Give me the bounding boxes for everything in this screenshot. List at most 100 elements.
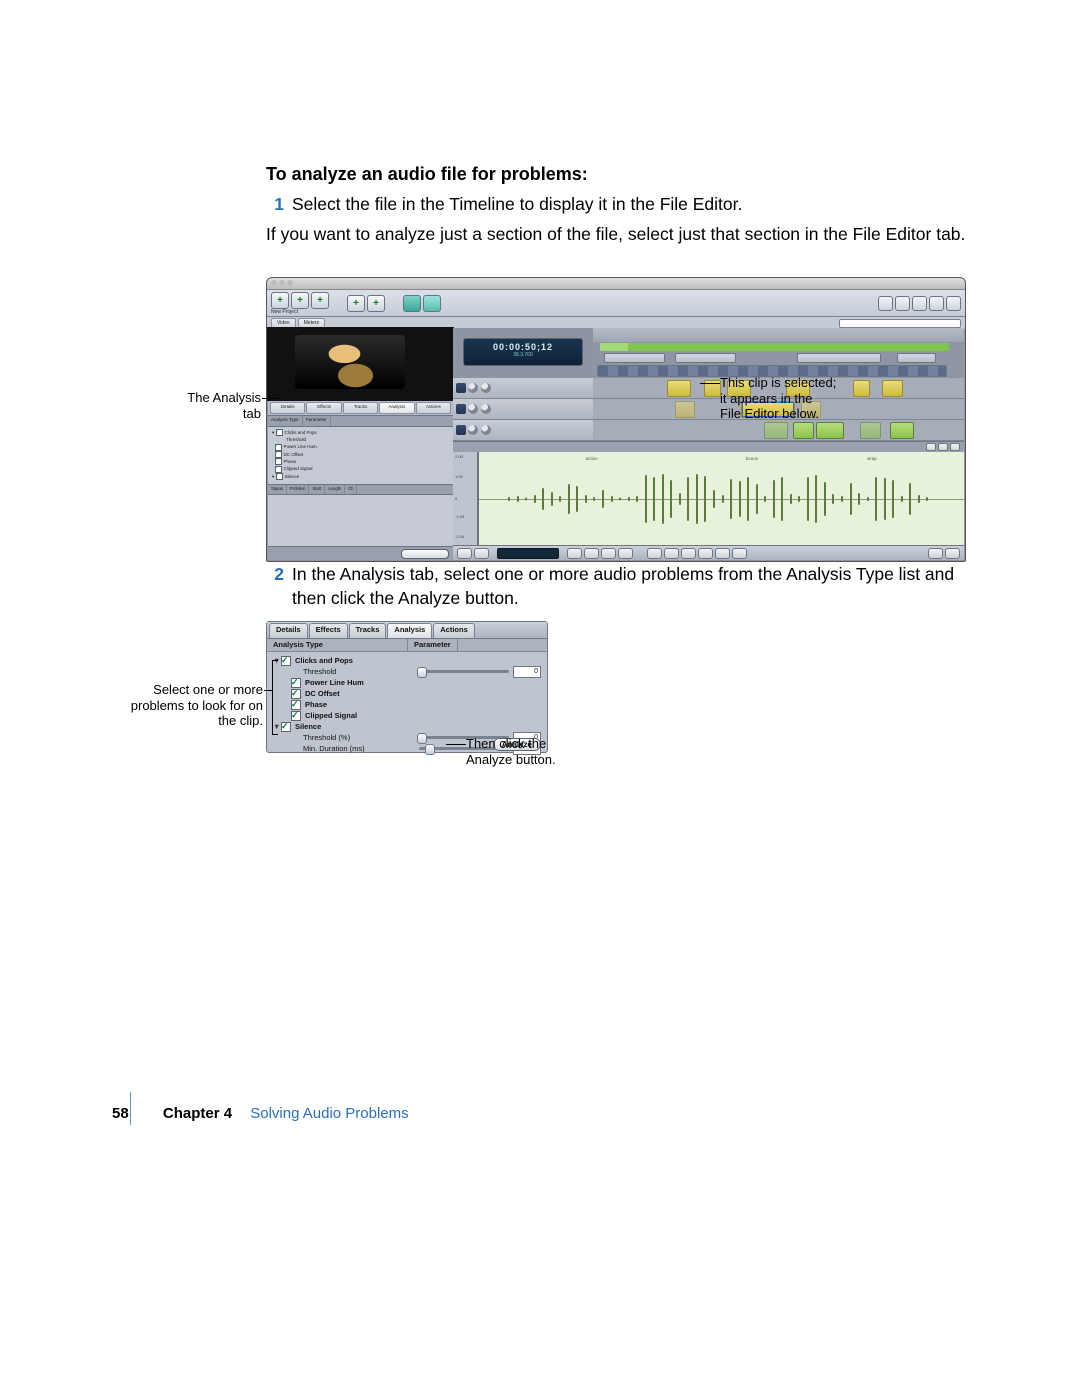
tab-analysis[interactable]: Analysis: [379, 402, 414, 414]
analysis-item-silence[interactable]: ▾ Silence: [272, 473, 449, 480]
pan-knob-icon[interactable]: [481, 425, 491, 435]
toolbar-new-labels: New Project: [271, 309, 329, 315]
skip-fwd-button[interactable]: [601, 548, 616, 559]
step-1-note: If you want to analyze just a section of…: [266, 223, 966, 247]
analysis-col-type: Analysis Type: [268, 416, 303, 426]
step-2: 2 In the Analysis tab, select one or mor…: [266, 563, 966, 610]
toolbar-new-group: New Project: [271, 292, 329, 315]
extra-button-1[interactable]: [715, 548, 730, 559]
volume-knob-icon[interactable]: [468, 383, 478, 393]
pan-knob-icon[interactable]: [481, 404, 491, 414]
analysis-columns: Analysis Type Parameter: [268, 416, 453, 427]
skip-back-button[interactable]: [567, 548, 582, 559]
track-1-header[interactable]: [453, 378, 600, 398]
new-audio-file-button[interactable]: [291, 292, 309, 309]
search-field[interactable]: [839, 319, 961, 328]
p2-tab-tracks[interactable]: Tracks: [349, 623, 387, 638]
track-3-lane[interactable]: [593, 420, 964, 440]
p2-clip[interactable]: Clipped Signal: [273, 710, 541, 721]
tab-tracks[interactable]: Tracks: [343, 402, 378, 414]
volume-knob-icon[interactable]: [468, 404, 478, 414]
minimize-icon[interactable]: [279, 280, 285, 286]
analysis-item-phase[interactable]: Phase: [272, 458, 449, 465]
file-editor-mini-buttons: [926, 443, 960, 451]
stop-button[interactable]: [618, 548, 633, 559]
step-2-text: In the Analysis tab, select one or more …: [292, 563, 966, 610]
fe-tick: 0: [455, 496, 457, 501]
analysis-item-dc[interactable]: DC Offset: [272, 451, 449, 458]
timeline-ruler[interactable]: [593, 328, 964, 343]
p2-tab-details[interactable]: Details: [269, 623, 308, 638]
mini-btn-3[interactable]: [950, 443, 960, 451]
transport-bar: [453, 545, 964, 560]
mini-btn-2[interactable]: [938, 443, 948, 451]
fe-tick: -2.00: [455, 534, 464, 539]
toolbar-right-1[interactable]: [878, 296, 893, 311]
step-1: 1 Select the file in the Timeline to dis…: [266, 193, 966, 217]
time-window-button[interactable]: [367, 295, 385, 312]
toolbar-right-2[interactable]: [895, 296, 910, 311]
tab-details[interactable]: Details: [270, 402, 305, 414]
track-2-header[interactable]: [453, 399, 600, 419]
analysis-list: ▾ Clicks and Pops Threshold Power Line H…: [268, 427, 453, 484]
callout-analyze-button: Then click the Analyze button.: [466, 736, 606, 767]
new-project-button[interactable]: [271, 292, 289, 309]
p2-tab-effects[interactable]: Effects: [309, 623, 348, 638]
chapter-title: Solving Audio Problems: [250, 1105, 408, 1122]
rewind-button[interactable]: [474, 548, 489, 559]
track-3: [453, 420, 964, 441]
fe-tick: 1.00: [455, 474, 463, 479]
analysis-item-clicks[interactable]: ▾ Clicks and Pops: [272, 429, 449, 436]
view-button-a[interactable]: [403, 295, 421, 312]
p2-phase[interactable]: Phase: [273, 699, 541, 710]
p2-silence[interactable]: ▼Silence: [273, 721, 541, 732]
toolbar-right-3[interactable]: [912, 296, 927, 311]
track-1: [453, 378, 964, 399]
track-3-header[interactable]: [453, 420, 600, 440]
click-button[interactable]: [698, 548, 713, 559]
tab-actions[interactable]: Actions: [416, 402, 451, 414]
leader-line: [272, 734, 278, 735]
toolbar-view-group: [403, 295, 441, 312]
new-track-button[interactable]: [311, 292, 329, 309]
results-col-5: Ch: [345, 485, 357, 494]
loop-button[interactable]: [664, 548, 679, 559]
p2-threshold-value[interactable]: 0: [513, 666, 541, 678]
main-toolbar: New Project: [267, 290, 965, 317]
p2-tab-analysis[interactable]: Analysis: [387, 623, 432, 638]
analysis-item-clip[interactable]: Clipped Signal: [272, 465, 449, 472]
extra-button-2[interactable]: [732, 548, 747, 559]
zoom-icon[interactable]: [287, 280, 293, 286]
page-number: 58: [112, 1105, 129, 1122]
p2-dc[interactable]: DC Offset: [273, 688, 541, 699]
p2-tab-actions[interactable]: Actions: [433, 623, 475, 638]
analyze-button[interactable]: [401, 549, 449, 559]
p2-hum[interactable]: Power Line Hum: [273, 677, 541, 688]
close-icon[interactable]: [271, 280, 277, 286]
window-controls[interactable]: [271, 280, 293, 286]
toolbar-right-4[interactable]: [929, 296, 944, 311]
mini-btn-1[interactable]: [926, 443, 936, 451]
tab-effects[interactable]: Effects: [306, 402, 341, 414]
toolbar-right-5[interactable]: [946, 296, 961, 311]
results-columns: Status Problem Start Length Ch: [268, 484, 453, 495]
p2-threshold-slider[interactable]: 0: [419, 666, 541, 678]
fe-marker: action: [586, 456, 598, 461]
step-2-number: 2: [266, 563, 284, 610]
record-button[interactable]: [647, 548, 662, 559]
eject-button[interactable]: [457, 548, 472, 559]
view-button-b[interactable]: [423, 295, 441, 312]
add-time-marker-button[interactable]: [347, 295, 365, 312]
waveform-view[interactable]: action bonus wrap: [478, 452, 964, 546]
p2-clicks-and-pops[interactable]: ▼Clicks and Pops: [273, 655, 541, 666]
cycle-button[interactable]: [681, 548, 696, 559]
play-button[interactable]: [584, 548, 599, 559]
p2-threshold[interactable]: Threshold 0: [273, 666, 541, 677]
analysis-item-threshold[interactable]: Threshold: [272, 436, 449, 443]
volume-knob-icon[interactable]: [468, 425, 478, 435]
zoom-in-button[interactable]: [945, 548, 960, 559]
zoom-out-button[interactable]: [928, 548, 943, 559]
pan-knob-icon[interactable]: [481, 383, 491, 393]
analysis-item-hum[interactable]: Power Line Hum: [272, 443, 449, 450]
left-pane-footer: [268, 546, 453, 560]
